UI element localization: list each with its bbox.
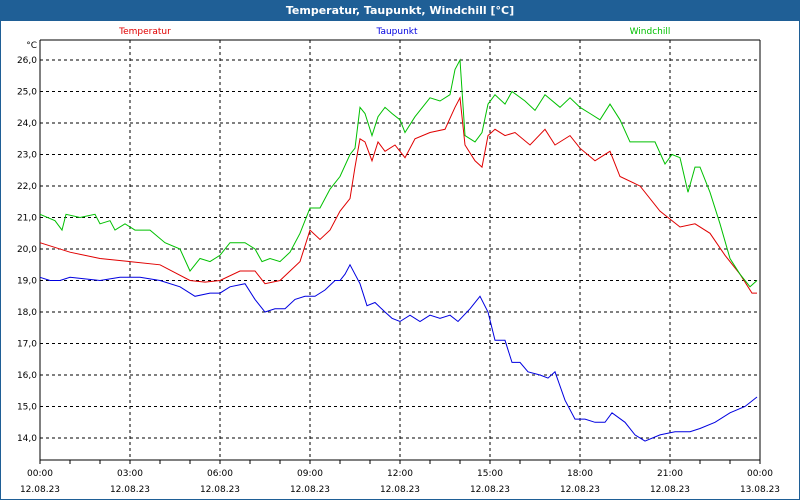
y-tick-label: 18,0 <box>17 308 37 318</box>
y-tick-label: 16,0 <box>17 371 37 381</box>
y-tick-label: 21,0 <box>17 214 37 224</box>
y-tick-label: 20,0 <box>17 245 37 255</box>
series-line-temperatur <box>39 96 757 294</box>
y-tick-label: 24,0 <box>17 119 37 129</box>
y-tick-label: 19,0 <box>17 277 37 287</box>
series-line-taupunkt <box>39 263 758 442</box>
x-tick-time: 21:00 <box>657 469 683 479</box>
x-tick-time: 06:00 <box>207 469 233 479</box>
x-tick-time: 03:00 <box>117 469 143 479</box>
x-tick-time: 18:00 <box>567 469 593 479</box>
x-tick-date: 12.08.23 <box>20 485 60 495</box>
legend-temperatur: Temperatur <box>118 27 171 37</box>
y-tick-label: 22,0 <box>17 182 37 192</box>
x-tick-date: 12.08.23 <box>110 485 150 495</box>
y-tick-label: 23,0 <box>17 151 37 161</box>
legend-windchill: Windchill <box>630 27 671 37</box>
x-tick-time: 00:00 <box>747 469 773 479</box>
y-tick-label: 17,0 <box>17 340 37 350</box>
legend-taupunkt: Taupunkt <box>375 27 418 37</box>
y-axis-unit: °C <box>26 41 37 51</box>
x-tick-time: 09:00 <box>297 469 323 479</box>
x-tick-date: 12.08.23 <box>470 485 510 495</box>
x-tick-time: 12:00 <box>387 469 413 479</box>
x-tick-date: 12.08.23 <box>290 485 330 495</box>
x-tick-date: 12.08.23 <box>650 485 690 495</box>
line-chart: 14,0 15,0 16,0 17,0 18,0 19,0 20,0 21,0 22,0 23,0… <box>17 27 780 495</box>
x-tick-date: 12.08.23 <box>200 485 240 495</box>
x-tick-date: 13.08.23 <box>740 485 780 495</box>
y-tick-label: 26,0 <box>17 56 37 66</box>
series-line-windchill <box>39 58 758 288</box>
y-tick-label: 15,0 <box>17 403 37 413</box>
y-tick-label: 14,0 <box>17 434 37 444</box>
x-tick-date: 12.08.23 <box>560 485 600 495</box>
x-tick-date: 12.08.23 <box>380 485 420 495</box>
y-tick-label: 25,0 <box>17 88 37 98</box>
x-tick-time: 00:00 <box>27 469 53 479</box>
x-tick-time: 15:00 <box>477 469 503 479</box>
